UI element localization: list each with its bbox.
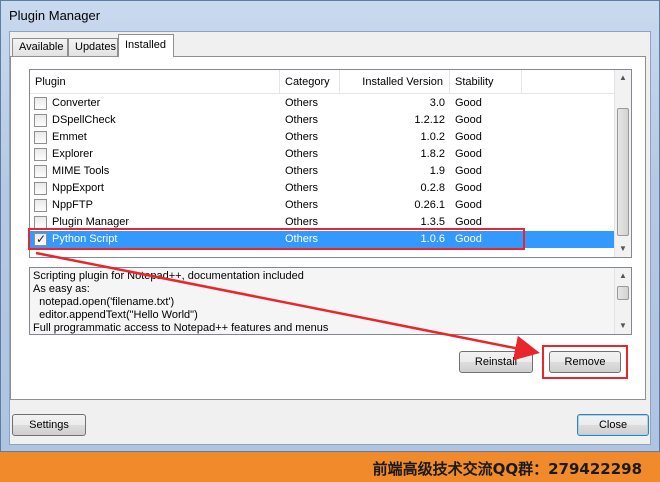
- table-row[interactable]: Plugin Manager Others 1.3.5 Good: [30, 214, 615, 231]
- description-line: Scripting plugin for Notepad++, document…: [33, 270, 304, 282]
- table-row[interactable]: Converter Others 3.0 Good: [30, 95, 615, 112]
- plugin-category: Others: [285, 148, 319, 160]
- plugin-name: DSpellCheck: [52, 114, 116, 126]
- row-checkbox[interactable]: [34, 231, 47, 248]
- table-row[interactable]: Explorer Others 1.8.2 Good: [30, 146, 615, 163]
- plugin-rows: Converter Others 3.0 Good DSpellCheck Others 1…: [30, 95, 615, 248]
- description-text: Scripting plugin for Notepad++, document…: [33, 270, 328, 335]
- plugin-stability: Good: [455, 233, 482, 245]
- plugin-category: Others: [285, 165, 319, 177]
- scroll-up-icon[interactable]: ▲: [615, 268, 631, 284]
- plugin-stability: Good: [455, 131, 482, 143]
- plugin-version: 0.26.1: [414, 199, 445, 211]
- row-checkbox[interactable]: [34, 97, 47, 110]
- row-checkbox[interactable]: [34, 148, 47, 161]
- installed-tab-page: Plugin Category Installed Version Stabil…: [10, 56, 646, 400]
- scroll-thumb[interactable]: [617, 286, 629, 300]
- table-row[interactable]: NppExport Others 0.2.8 Good: [30, 180, 615, 197]
- plugin-stability: Good: [455, 165, 482, 177]
- row-checkbox[interactable]: [34, 182, 47, 195]
- row-checkbox[interactable]: [34, 165, 47, 178]
- plugin-version: 1.9: [429, 165, 445, 177]
- row-checkbox[interactable]: [34, 114, 47, 127]
- plugin-name: Python Script: [52, 233, 118, 245]
- plugin-name: Plugin Manager: [52, 216, 130, 228]
- close-button[interactable]: Close: [577, 414, 649, 436]
- table-row[interactable]: DSpellCheck Others 1.2.12 Good: [30, 112, 615, 129]
- description-line: notepad.open('filename.txt'): [33, 296, 175, 308]
- plugin-manager-window: Plugin Manager Available Updates Install…: [0, 0, 660, 452]
- plugin-version: 3.0: [429, 97, 445, 109]
- plugin-name: NppFTP: [52, 199, 93, 211]
- plugin-name: NppExport: [52, 182, 104, 194]
- plugin-name: MIME Tools: [52, 165, 110, 177]
- dialog-client-area: Available Updates Installed Plugin Categ…: [9, 31, 651, 445]
- plugin-stability: Good: [455, 114, 482, 126]
- tab-installed[interactable]: Installed: [118, 34, 174, 57]
- plugin-description: Scripting plugin for Notepad++, document…: [29, 267, 632, 335]
- table-row[interactable]: MIME Tools Others 1.9 Good: [30, 163, 615, 180]
- plugin-category: Others: [285, 182, 319, 194]
- table-row[interactable]: Python Script Others 1.0.6 Good: [30, 231, 615, 248]
- reinstall-button[interactable]: Reinstall: [459, 351, 533, 373]
- table-row[interactable]: Emmet Others 1.0.2 Good: [30, 129, 615, 146]
- plugin-version: 1.0.6: [420, 233, 445, 245]
- title-bar[interactable]: Plugin Manager: [1, 1, 659, 31]
- scroll-thumb[interactable]: [617, 108, 629, 236]
- plugin-stability: Good: [455, 148, 482, 160]
- plugin-name: Emmet: [52, 131, 87, 143]
- plugin-stability: Good: [455, 97, 482, 109]
- row-checkbox[interactable]: [34, 199, 47, 212]
- plugin-list[interactable]: Plugin Category Installed Version Stabil…: [28, 69, 632, 258]
- tab-available[interactable]: Available: [12, 38, 68, 56]
- scroll-up-icon[interactable]: ▲: [615, 70, 631, 86]
- plugin-name: Converter: [52, 97, 101, 109]
- scroll-down-icon[interactable]: ▼: [615, 241, 631, 257]
- plugin-category: Others: [285, 233, 319, 245]
- plugin-version: 1.8.2: [420, 148, 445, 160]
- table-row[interactable]: NppFTP Others 0.26.1 Good: [30, 197, 615, 214]
- plugin-stability: Good: [455, 199, 482, 211]
- plugin-version: 0.2.8: [420, 182, 445, 194]
- column-header-stability[interactable]: Stability: [450, 70, 522, 94]
- column-header-category[interactable]: Category: [280, 70, 340, 94]
- window-title: Plugin Manager: [9, 8, 101, 23]
- plugin-category: Others: [285, 131, 319, 143]
- plugin-category: Others: [285, 97, 319, 109]
- description-line: editor.appendText("Hello World"): [33, 309, 198, 321]
- plugin-category: Others: [285, 216, 319, 228]
- remove-button[interactable]: Remove: [549, 351, 621, 373]
- row-checkbox[interactable]: [34, 216, 47, 229]
- column-header-installed-version[interactable]: Installed Version: [340, 70, 450, 94]
- scroll-down-icon[interactable]: ▼: [615, 318, 631, 334]
- description-scrollbar[interactable]: ▲ ▼: [614, 268, 631, 334]
- plugin-version: 1.0.2: [420, 131, 445, 143]
- tab-updates[interactable]: Updates: [68, 38, 118, 56]
- plugin-category: Others: [285, 114, 319, 126]
- list-header: Plugin Category Installed Version Stabil…: [30, 70, 615, 94]
- description-line: Full programmatic access to Notepad++ fe…: [33, 322, 329, 334]
- column-header-plugin[interactable]: Plugin: [30, 70, 280, 94]
- plugin-category: Others: [285, 199, 319, 211]
- description-line: As easy as:: [33, 283, 90, 295]
- banner-text: 前端高级技术交流QQ群：279422298: [372, 460, 642, 478]
- plugin-version: 1.3.5: [420, 216, 445, 228]
- footer-banner: 前端高级技术交流QQ群：279422298: [0, 452, 660, 482]
- plugin-stability: Good: [455, 182, 482, 194]
- plugin-list-scrollbar[interactable]: ▲ ▼: [614, 70, 631, 257]
- settings-button[interactable]: Settings: [12, 414, 86, 436]
- plugin-name: Explorer: [52, 148, 93, 160]
- plugin-stability: Good: [455, 216, 482, 228]
- row-checkbox[interactable]: [34, 131, 47, 144]
- plugin-version: 1.2.12: [414, 114, 445, 126]
